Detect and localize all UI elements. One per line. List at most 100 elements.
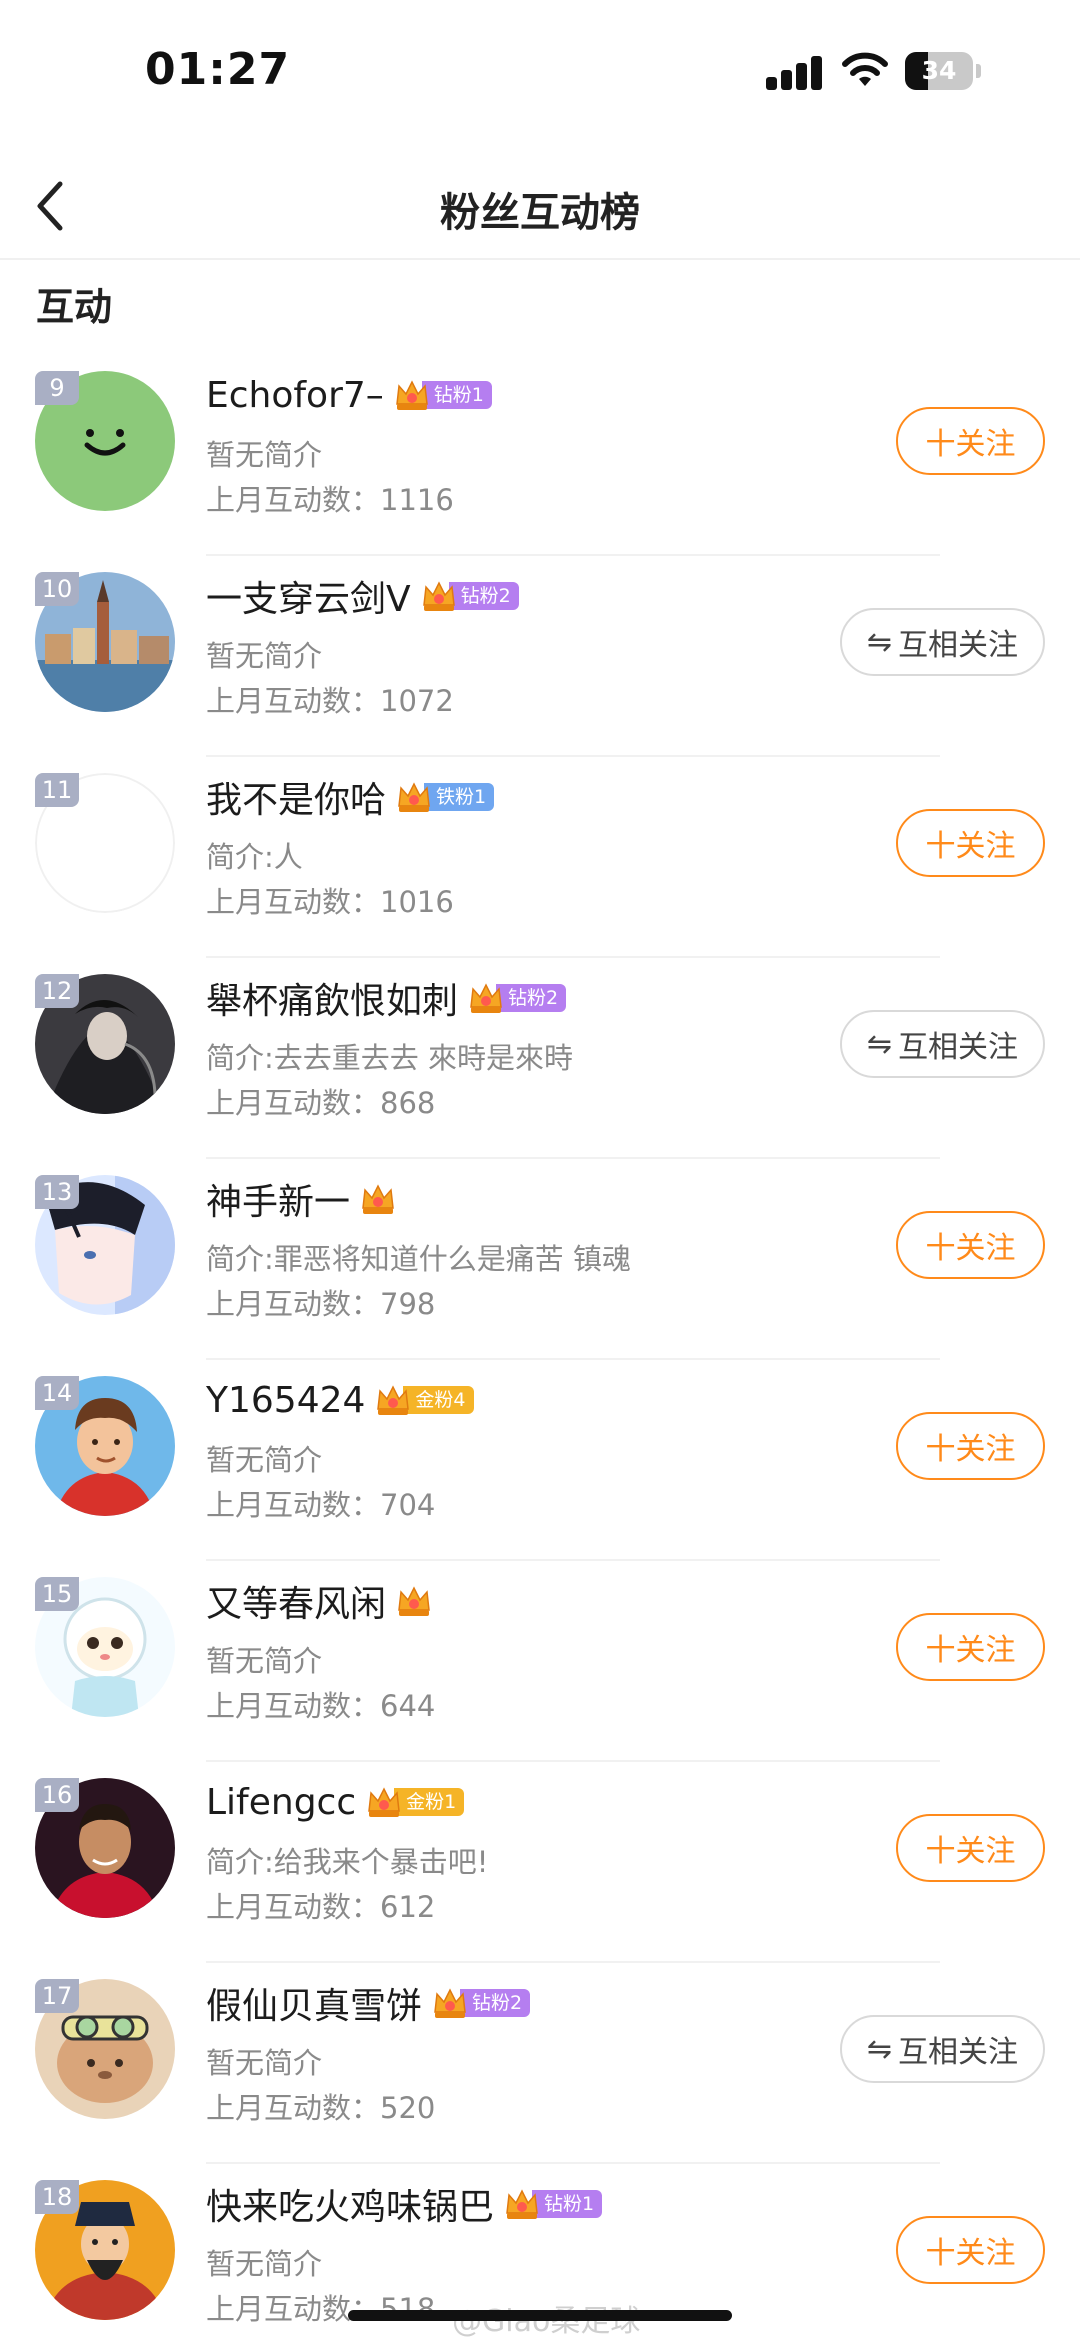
- fan-bio: 暂无简介: [206, 2046, 323, 2080]
- follow-label: 十关注: [925, 427, 1016, 462]
- battery-icon: 34: [905, 52, 981, 90]
- name-line: 又等春风闲: [206, 1573, 432, 1629]
- rank-badge: 17: [35, 1979, 79, 2013]
- rank-badge: 18: [35, 2180, 79, 2214]
- crown-icon: [398, 782, 430, 812]
- rank-badge: 15: [35, 1577, 79, 1611]
- interaction-count: 上月互动数：520: [206, 2091, 436, 2125]
- fan-level-label: 钻粉1: [421, 381, 492, 409]
- mutual-follow-button[interactable]: ⇋ 互相关注: [840, 2015, 1045, 2083]
- fan-level-badge: [396, 1585, 432, 1617]
- name-line: Lifengcc 金粉1: [206, 1774, 465, 1830]
- mutual-follow-label: 互相关注: [898, 628, 1019, 663]
- interaction-count: 上月互动数：1116: [206, 483, 454, 517]
- fan-level-badge: 钻粉2: [468, 982, 567, 1014]
- fan-row[interactable]: 11 我不是你哈 铁粉1 简介:人 上月互动数：1016 十关注: [0, 757, 1080, 958]
- fan-name[interactable]: 快来吃火鸡味锅巴: [206, 2178, 494, 2230]
- interaction-count: 上月互动数：704: [206, 1488, 436, 1522]
- fan-level-badge: 钻粉2: [432, 1987, 531, 2019]
- fan-level-badge: 钻粉2: [421, 580, 519, 612]
- mutual-follow-button[interactable]: ⇋ 互相关注: [840, 1010, 1045, 1078]
- swap-icon: ⇋: [866, 2031, 893, 2067]
- fan-name[interactable]: 一支穿云剑V: [206, 570, 411, 622]
- fan-row[interactable]: 10 一支穿云剑V 钻粉2 暂无简介 上月互动数：1072 ⇋ 互相关注: [0, 556, 1080, 757]
- fan-bio: 暂无简介: [206, 1644, 323, 1678]
- follow-label: 十关注: [925, 1633, 1016, 1668]
- fan-level-label: 钻粉2: [460, 1989, 531, 2017]
- swap-icon: ⇋: [866, 624, 893, 660]
- fan-name[interactable]: Y165424: [206, 1380, 365, 1421]
- follow-button[interactable]: 十关注: [896, 1613, 1045, 1681]
- fan-bio: 暂无简介: [206, 639, 323, 673]
- section-title: 互动: [36, 285, 113, 329]
- fan-list: 9 Echofor7– 钻粉1 暂无简介 上月互动数：1116 十关注 10 一支穿云剑V 钻粉…: [0, 355, 1080, 2341]
- follow-label: 十关注: [925, 1834, 1016, 1869]
- rank-badge: 16: [35, 1778, 79, 1812]
- fan-level-badge: 金粉1: [366, 1786, 465, 1818]
- name-line: 快来吃火鸡味锅巴 钻粉1: [206, 2176, 603, 2232]
- follow-button[interactable]: 十关注: [896, 1412, 1045, 1480]
- follow-label: 十关注: [925, 829, 1016, 864]
- home-indicator: [348, 2310, 732, 2321]
- follow-button[interactable]: 十关注: [896, 809, 1045, 877]
- name-line: 我不是你哈 铁粉1: [206, 769, 495, 825]
- interaction-count: 上月互动数：612: [206, 1890, 436, 1924]
- status-time: 01:27: [145, 44, 291, 95]
- rank-badge: 14: [35, 1376, 79, 1410]
- fan-name[interactable]: 神手新一: [206, 1173, 350, 1225]
- fan-row[interactable]: 13 神手新一 简介:罪恶将知道什么是痛苦 镇魂 上月互动数：798 十关注: [0, 1159, 1080, 1360]
- crown-icon: [434, 1988, 466, 2018]
- fan-row[interactable]: 15 又等春风闲暂无简介上月互动数：644 十关注: [0, 1561, 1080, 1762]
- name-line: 神手新一: [206, 1171, 396, 1227]
- fan-level-badge: 铁粉1: [396, 781, 495, 813]
- interaction-count: 上月互动数：798: [206, 1287, 436, 1321]
- fan-row[interactable]: 9 Echofor7– 钻粉1 暂无简介 上月互动数：1116 十关注: [0, 355, 1080, 556]
- follow-label: 十关注: [925, 2236, 1016, 2271]
- follow-label: 十关注: [925, 1231, 1016, 1266]
- battery-level: 34: [921, 56, 957, 85]
- follow-button[interactable]: 十关注: [896, 1211, 1045, 1279]
- fan-level-badge: 钻粉1: [394, 379, 492, 411]
- fan-row[interactable]: 16 Lifengcc 金粉1 简介:给我来个暴击吧! 上月互动数：612 十关注: [0, 1762, 1080, 1963]
- fan-name[interactable]: Echofor7–: [206, 375, 384, 416]
- mutual-follow-button[interactable]: ⇋ 互相关注: [840, 608, 1045, 676]
- follow-button[interactable]: 十关注: [896, 407, 1045, 475]
- follow-button[interactable]: 十关注: [896, 1814, 1045, 1882]
- fan-level-label: 金粉4: [403, 1386, 474, 1414]
- fan-name[interactable]: 又等春风闲: [206, 1575, 386, 1627]
- page-title: 粉丝互动榜: [440, 190, 640, 236]
- fan-level-label: 金粉1: [394, 1788, 465, 1816]
- rank-badge: 11: [35, 773, 79, 807]
- crown-icon: [398, 1586, 430, 1616]
- crown-icon: [368, 1787, 400, 1817]
- interaction-count: 上月互动数：644: [206, 1689, 436, 1723]
- fan-name[interactable]: 我不是你哈: [206, 771, 386, 823]
- fan-row[interactable]: 12 舉杯痛飲恨如刺 钻粉2 简介:去去重去去 來時是來時 上月互动数：868 ⇋ 互相关注: [0, 958, 1080, 1159]
- fan-name[interactable]: Lifengcc: [206, 1782, 356, 1823]
- name-line: 假仙贝真雪饼 钻粉2: [206, 1975, 531, 2031]
- fan-row[interactable]: 14 Y165424 金粉4 暂无简介 上月互动数：704 十关注: [0, 1360, 1080, 1561]
- status-bar: 01:27 34: [0, 0, 1080, 140]
- nav-bar: 粉丝互动榜: [0, 150, 1080, 260]
- follow-label: 十关注: [925, 1432, 1016, 1467]
- mutual-follow-label: 互相关注: [898, 1030, 1019, 1065]
- fan-level-badge: [360, 1183, 396, 1215]
- rank-badge: 12: [35, 974, 79, 1008]
- rank-badge: 10: [35, 572, 79, 606]
- fan-row[interactable]: 17 假仙贝真雪饼 钻粉2 暂无简介上月互动数：520 ⇋ 互相关注: [0, 1963, 1080, 2164]
- fan-level-badge: 钻粉1: [504, 2188, 603, 2220]
- fan-name[interactable]: 假仙贝真雪饼: [206, 1977, 422, 2029]
- follow-button[interactable]: 十关注: [896, 2216, 1045, 2284]
- rank-badge: 9: [35, 371, 79, 405]
- fan-level-badge: 金粉4: [375, 1384, 474, 1416]
- interaction-count: 上月互动数：518: [206, 2292, 436, 2326]
- crown-icon: [506, 2189, 538, 2219]
- crown-icon: [362, 1184, 394, 1214]
- fan-bio: 暂无简介: [206, 2247, 323, 2281]
- mutual-follow-label: 互相关注: [898, 2035, 1019, 2070]
- fan-name[interactable]: 舉杯痛飲恨如刺: [206, 972, 458, 1024]
- fan-bio: 简介:人: [206, 840, 303, 874]
- crown-icon: [422, 581, 455, 611]
- fan-level-label: 钻粉2: [448, 582, 519, 610]
- wifi-icon: [842, 52, 888, 86]
